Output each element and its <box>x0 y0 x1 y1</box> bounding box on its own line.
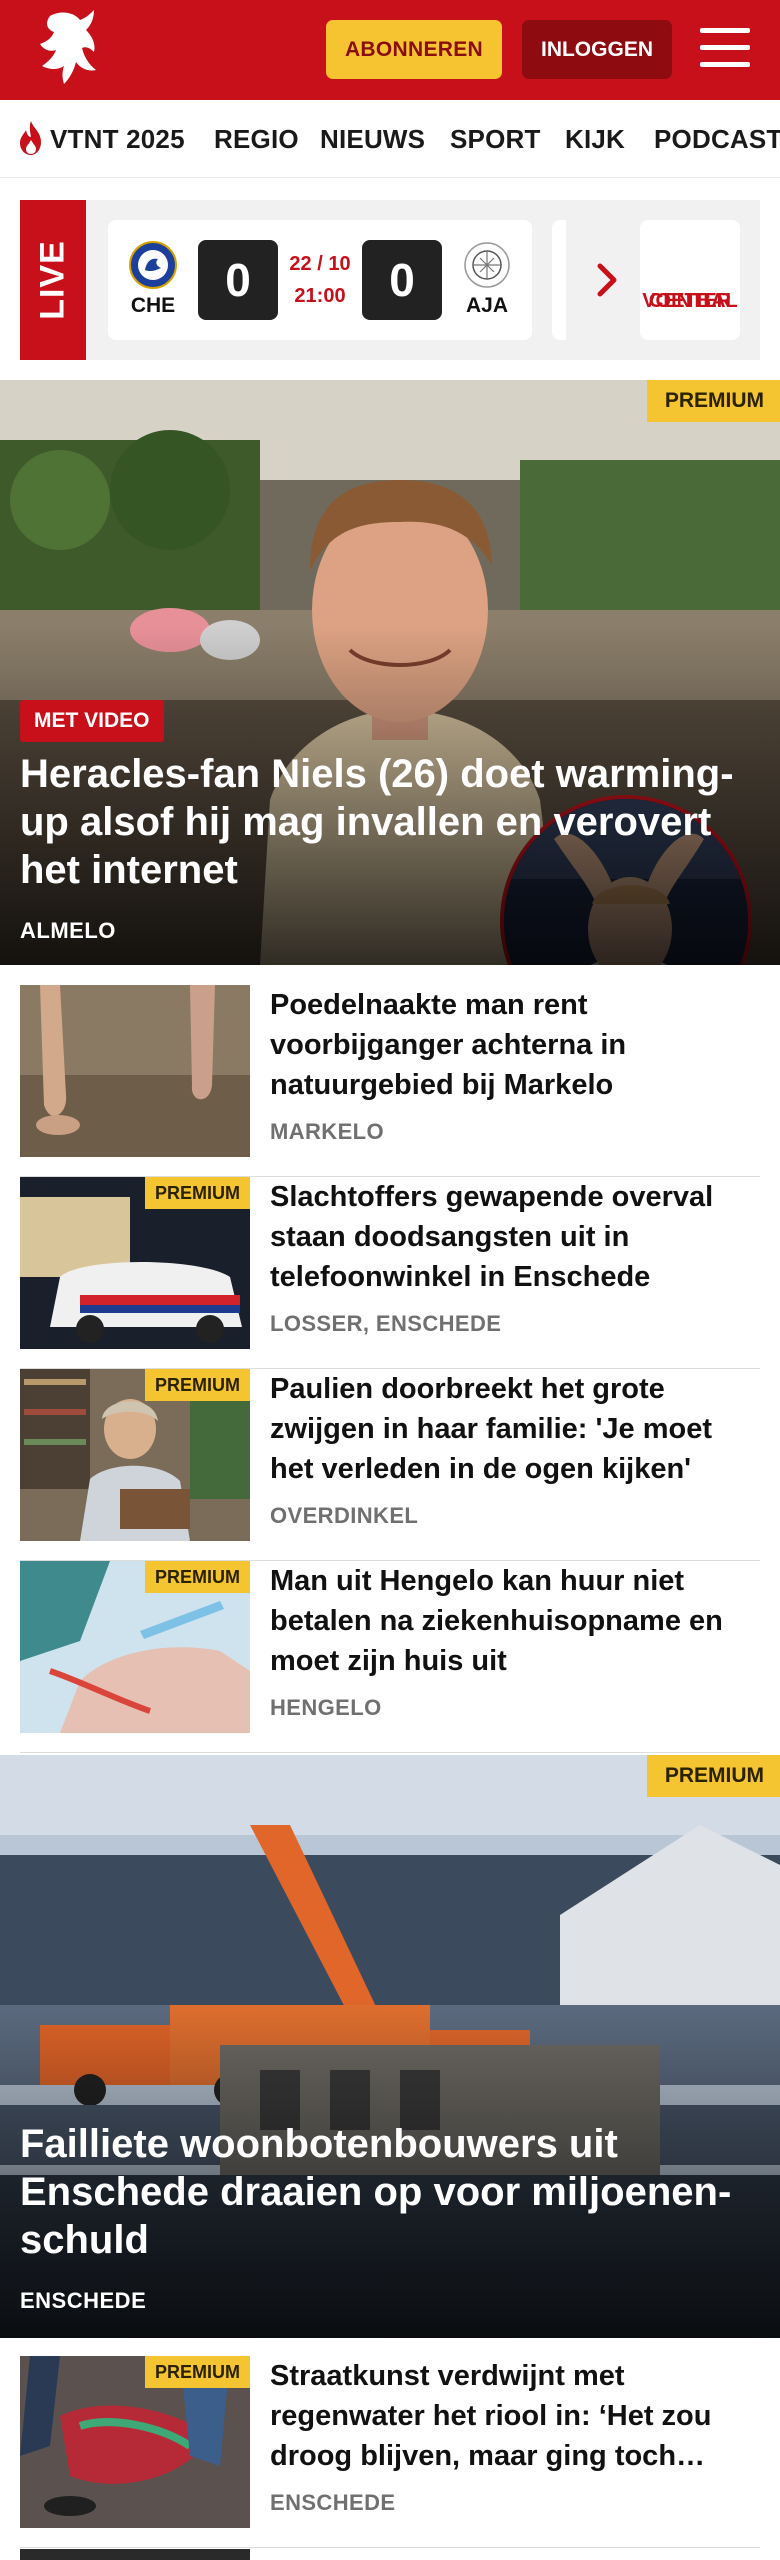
article-headline[interactable]: Man uit Hengelo kan huur niet betalen na… <box>270 1561 760 1681</box>
hero-headline[interactable]: Heracles-fan Niels (26) doet warming-up … <box>20 750 760 894</box>
premium-badge: PREMIUM <box>145 2356 250 2388</box>
nav-item-regio[interactable]: REGIO <box>214 124 299 155</box>
nav-item-kijk[interactable]: KIJK <box>565 124 625 155</box>
match-card[interactable]: CHE 0 22 / 10 21:00 0 AJA <box>108 220 532 340</box>
ajax-crest-icon <box>464 242 510 288</box>
list-article-overval[interactable]: PREMIUM Slachtoffers gewapende overval s… <box>20 1177 760 1369</box>
home-score: 0 <box>198 240 278 320</box>
live-scores: LIVE CHE 0 22 / 10 21:00 0 AJA VOETBAL CE… <box>20 200 760 360</box>
hero-article-woonboten[interactable]: PREMIUM Failliete woonbotenbouwers uit E… <box>0 1755 780 2338</box>
article-headline[interactable]: Straatkunst verdwijnt met regenwater het… <box>270 2356 760 2476</box>
article-headline[interactable]: Poedelnaakte man rent voorbijganger acht… <box>270 985 760 1105</box>
hero-location: ENSCHEDE <box>20 2288 147 2313</box>
chelsea-crest-icon <box>129 241 177 289</box>
chevron-right-icon[interactable] <box>588 250 628 310</box>
subscribe-button[interactable]: ABONNEREN <box>326 20 502 79</box>
live-label: LIVE <box>20 200 86 360</box>
premium-badge: PREMIUM <box>646 380 780 422</box>
premium-badge: PREMIUM <box>646 1755 780 1797</box>
article-location: ENSCHEDE <box>270 2490 396 2515</box>
hero-article-heracles[interactable]: PREMIUM MET VIDEO Heracles-fan Niels (26… <box>0 380 780 965</box>
article-location: LOSSER, ENSCHEDE <box>270 1311 502 1336</box>
video-badge: MET VIDEO <box>20 700 164 742</box>
article-thumbnail: PREMIUM <box>20 2356 250 2528</box>
section-nav: VTNT 2025 REGIO NIEUWS SPORT KIJK PODCAS… <box>0 100 780 178</box>
nav-item-vtnt[interactable]: VTNT 2025 <box>50 124 185 155</box>
home-team-code: CHE <box>130 294 176 317</box>
next-article-peek <box>0 2548 780 2560</box>
nav-item-sport[interactable]: SPORT <box>450 124 541 155</box>
article-headline[interactable]: Slachtoffers gewapende overval staan doo… <box>270 1177 760 1297</box>
horse-logo-icon[interactable] <box>30 8 104 92</box>
hero-location: ALMELO <box>20 918 116 943</box>
next-match-card[interactable] <box>552 220 566 340</box>
list-article-markelo[interactable]: Poedelnaakte man rent voorbijganger acht… <box>20 985 760 1177</box>
article-thumbnail: PREMIUM <box>20 1177 250 1349</box>
article-location: HENGELO <box>270 1695 382 1720</box>
away-score: 0 <box>362 240 442 320</box>
login-button[interactable]: INLOGGEN <box>522 20 672 79</box>
article-thumbnail: PREMIUM <box>20 1561 250 1733</box>
article-location: OVERDINKEL <box>270 1503 419 1528</box>
list-article-hengelo[interactable]: PREMIUM Man uit Hengelo kan huur niet be… <box>20 1561 760 1753</box>
away-team-code: AJA <box>465 294 508 317</box>
hero-headline[interactable]: Failliete woonbotenbouwers uit Enschede … <box>20 2120 760 2264</box>
menu-icon[interactable] <box>700 24 752 72</box>
voetbal-center-link[interactable]: VOETBAL CENTER <box>640 220 740 340</box>
list-article-straatkunst[interactable]: PREMIUM Straatkunst verdwijnt met regenw… <box>20 2356 760 2548</box>
premium-badge: PREMIUM <box>145 1369 250 1401</box>
premium-badge: PREMIUM <box>145 1177 250 1209</box>
match-datetime: 22 / 10 21:00 <box>289 253 351 307</box>
nav-item-podcast[interactable]: PODCAST <box>654 124 780 155</box>
premium-badge: PREMIUM <box>145 1561 250 1593</box>
article-headline[interactable]: Paulien doorbreekt het grote zwijgen in … <box>270 1369 760 1489</box>
article-location: MARKELO <box>270 1119 385 1144</box>
article-thumbnail <box>20 985 250 1157</box>
list-article-paulien[interactable]: PREMIUM Paulien doorbreekt het grote zwi… <box>20 1369 760 1561</box>
flame-icon <box>20 121 41 155</box>
article-thumbnail: PREMIUM <box>20 1369 250 1541</box>
nav-item-nieuws[interactable]: NIEUWS <box>320 124 425 155</box>
top-bar: ABONNEREN INLOGGEN <box>0 0 780 100</box>
